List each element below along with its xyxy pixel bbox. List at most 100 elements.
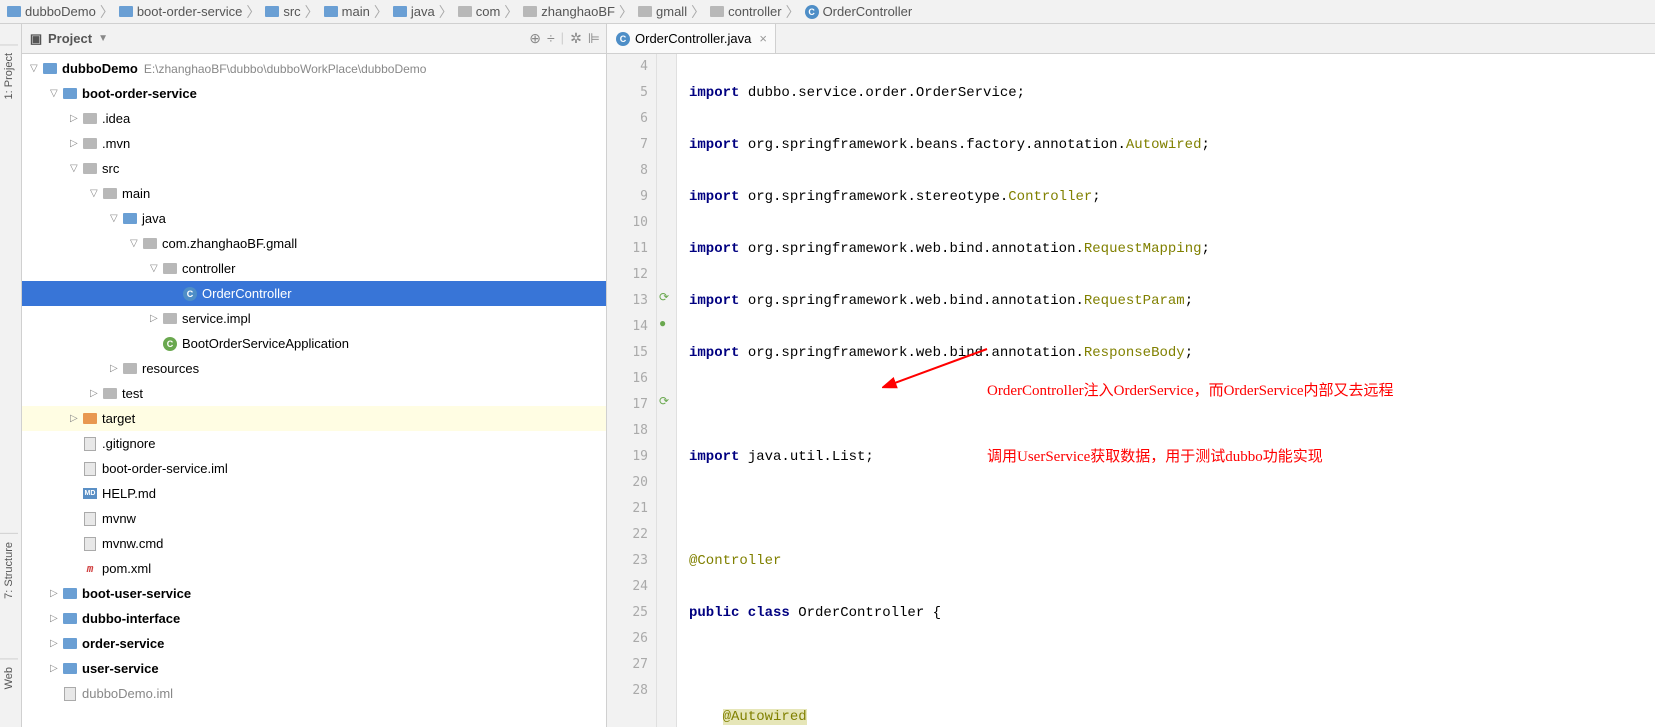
dropdown-icon: ▼ (98, 33, 108, 44)
code-area[interactable]: import dubbo.service.order.OrderService;… (677, 54, 1655, 727)
folder-icon (102, 386, 118, 402)
tree-package[interactable]: ▽com.zhanghaoBF.gmall (22, 231, 606, 256)
tree-folder-test[interactable]: ▷test (22, 381, 606, 406)
side-tab-web[interactable]: Web (0, 658, 18, 697)
breadcrumb-item-5[interactable]: com (455, 4, 503, 20)
class-icon: C (615, 31, 631, 47)
class-icon: C (182, 286, 198, 302)
chevron-right-icon: 〉 (786, 2, 800, 22)
file-icon (82, 536, 98, 552)
module-icon (62, 636, 78, 652)
file-icon (82, 511, 98, 527)
breadcrumb-item-6[interactable]: zhanghaoBF (520, 4, 617, 20)
chevron-right-icon: 〉 (305, 2, 319, 22)
chevron-right-icon: 〉 (504, 2, 518, 22)
tree-folder-src[interactable]: ▽src (22, 156, 606, 181)
folder-icon (637, 4, 653, 20)
breadcrumb-item-7[interactable]: gmall (635, 4, 689, 20)
breadcrumb-item-2[interactable]: src (262, 4, 302, 20)
tree-class-bootapp[interactable]: CBootOrderServiceApplication (22, 331, 606, 356)
folder-icon (392, 4, 408, 20)
module-icon (118, 4, 134, 20)
tree-package-controller[interactable]: ▽controller (22, 256, 606, 281)
chevron-right-icon: 〉 (619, 2, 633, 22)
tree-module-bootuser[interactable]: ▷boot-user-service (22, 581, 606, 606)
panel-tools: ⊕ ÷ | ✲ ⊫ (529, 30, 600, 47)
folder-icon (122, 211, 138, 227)
tree-folder-idea[interactable]: ▷.idea (22, 106, 606, 131)
breadcrumb-item-4[interactable]: java (390, 4, 437, 20)
chevron-right-icon: 〉 (374, 2, 388, 22)
project-panel: ▣ Project ▼ ⊕ ÷ | ✲ ⊫ ▽dubboDemoE:\zhang… (22, 24, 607, 727)
editor-body[interactable]: 4 5 6 7 8 9 10 11 12 13 14 15 16 17 18 1… (607, 54, 1655, 727)
breadcrumb-item-8[interactable]: controller (707, 4, 783, 20)
panel-title[interactable]: ▣ Project ▼ (28, 31, 529, 47)
gutter: 4 5 6 7 8 9 10 11 12 13 14 15 16 17 18 1… (607, 54, 657, 727)
breadcrumb-item-9[interactable]: COrderController (802, 4, 915, 20)
editor-area: C OrderController.java × 4 5 6 7 8 9 10 … (607, 24, 1655, 727)
chevron-right-icon: 〉 (691, 2, 705, 22)
tree-module-ordersvc[interactable]: ▷order-service (22, 631, 606, 656)
tree-file-help[interactable]: MDHELP.md (22, 481, 606, 506)
side-tab-project[interactable]: 1: Project (0, 44, 18, 107)
tree-module-dubboif[interactable]: ▷dubbo-interface (22, 606, 606, 631)
spring-bean-icon[interactable]: ● (659, 316, 666, 330)
file-icon (82, 461, 98, 477)
tree-class-ordercontroller[interactable]: COrderController (22, 281, 606, 306)
folder-icon (709, 4, 725, 20)
side-tab-structure[interactable]: 7: Structure (0, 533, 18, 607)
breadcrumb-item-1[interactable]: boot-order-service (116, 4, 245, 20)
tree-module[interactable]: ▽boot-order-service (22, 81, 606, 106)
file-icon (82, 436, 98, 452)
close-icon[interactable]: × (759, 31, 767, 46)
breadcrumb-item-3[interactable]: main (321, 4, 372, 20)
tree-file-dubboiml[interactable]: dubboDemo.iml (22, 681, 606, 706)
chevron-right-icon: 〉 (100, 2, 114, 22)
folder-icon (162, 261, 178, 277)
spring-bean-icon[interactable]: ⟳ (659, 290, 669, 304)
module-icon (62, 86, 78, 102)
locate-icon[interactable]: ⊕ (529, 30, 541, 47)
chevron-right-icon: 〉 (246, 2, 260, 22)
chevron-right-icon: 〉 (439, 2, 453, 22)
folder-icon (522, 4, 538, 20)
file-icon (62, 686, 78, 702)
module-icon (62, 586, 78, 602)
folder-icon (82, 111, 98, 127)
folder-icon (82, 411, 98, 427)
module-icon (42, 61, 58, 77)
tree-file-gitignore[interactable]: .gitignore (22, 431, 606, 456)
hide-icon[interactable]: ⊫ (588, 30, 600, 47)
tree-module-usersvc[interactable]: ▷user-service (22, 656, 606, 681)
collapse-icon[interactable]: ÷ (547, 30, 555, 47)
class-icon: C (804, 4, 820, 20)
tree-folder-target[interactable]: ▷target (22, 406, 606, 431)
class-icon: C (162, 336, 178, 352)
folder-icon (162, 311, 178, 327)
folder-icon (82, 136, 98, 152)
editor-tab-label: OrderController.java (635, 31, 751, 46)
gear-icon[interactable]: ✲ (570, 30, 582, 47)
tree-file-iml[interactable]: boot-order-service.iml (22, 456, 606, 481)
tree-root[interactable]: ▽dubboDemoE:\zhanghaoBF\dubbo\dubboWorkP… (22, 56, 606, 81)
tree-file-mvnw[interactable]: mvnw (22, 506, 606, 531)
annotation-text: OrderController注入OrderService，而OrderServ… (987, 336, 1394, 512)
editor-tab-ordercontroller[interactable]: C OrderController.java × (607, 24, 776, 53)
tree-package-serviceimpl[interactable]: ▷service.impl (22, 306, 606, 331)
tree-folder-java[interactable]: ▽java (22, 206, 606, 231)
spring-bean-icon[interactable]: ⟳ (659, 394, 669, 408)
tree-file-pom[interactable]: mpom.xml (22, 556, 606, 581)
tree-file-mvnwcmd[interactable]: mvnw.cmd (22, 531, 606, 556)
module-icon (6, 4, 22, 20)
tree-folder-resources[interactable]: ▷resources (22, 356, 606, 381)
breadcrumb-item-0[interactable]: dubboDemo (4, 4, 98, 20)
panel-header: ▣ Project ▼ ⊕ ÷ | ✲ ⊫ (22, 24, 606, 54)
folder-icon (142, 236, 158, 252)
folder-icon (264, 4, 280, 20)
module-icon (62, 611, 78, 627)
project-tree[interactable]: ▽dubboDemoE:\zhanghaoBF\dubbo\dubboWorkP… (22, 54, 606, 727)
markdown-icon: MD (82, 486, 98, 502)
editor-tabs: C OrderController.java × (607, 24, 1655, 54)
tree-folder-mvn[interactable]: ▷.mvn (22, 131, 606, 156)
tree-folder-main[interactable]: ▽main (22, 181, 606, 206)
